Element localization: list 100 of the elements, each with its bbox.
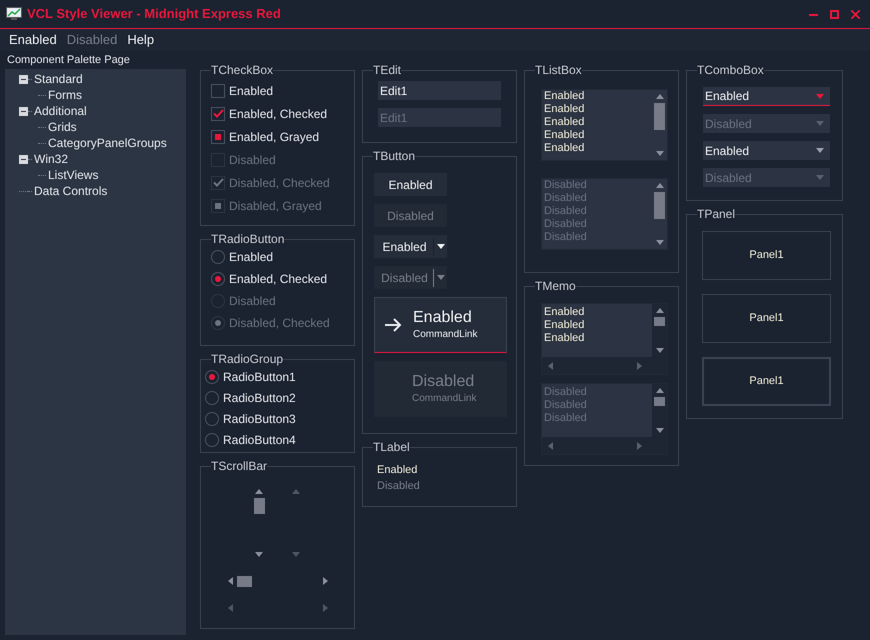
tree-item[interactable]: ListViews	[46, 166, 98, 184]
text-field[interactable]: Edit1	[378, 81, 501, 100]
list-box[interactable]: Enabled Enabled Enabled Enabled Enabled	[541, 89, 668, 161]
caret-icon	[816, 94, 824, 98]
memo-box[interactable]: Enabled Enabled Enabled	[541, 303, 668, 375]
group-title: TListBox	[535, 63, 582, 77]
checkbox-label: Enabled, Grayed	[229, 128, 320, 146]
memo-line: Disabled	[544, 412, 588, 425]
down-arrow-icon	[656, 240, 664, 245]
memo-line: Enabled	[544, 306, 586, 319]
label-text: Disabled	[377, 479, 421, 494]
collapse-toggle-icon[interactable]	[19, 106, 28, 116]
left-arrow-icon	[548, 362, 553, 370]
close-icon[interactable]	[851, 10, 860, 18]
radio-label: Enabled	[229, 249, 274, 266]
checkbox-label: Enabled, Checked	[229, 106, 328, 122]
scroll-thumb[interactable]	[254, 498, 264, 514]
radio-button[interactable]	[205, 390, 219, 404]
up-arrow-icon	[255, 489, 263, 494]
list-item[interactable]: Enabled	[544, 142, 652, 155]
check-icon	[212, 178, 224, 187]
down-arrow-icon	[656, 151, 664, 156]
group-title: TScrollBar	[211, 459, 268, 473]
collapse-toggle-icon[interactable]	[19, 154, 28, 164]
list-item[interactable]: Enabled	[544, 90, 652, 103]
tree-item[interactable]: Additional	[32, 102, 87, 120]
down-arrow-icon	[656, 348, 664, 353]
checkbox-label: Disabled, Grayed	[229, 198, 322, 214]
radio-button[interactable]	[211, 250, 225, 264]
up-arrow-icon	[292, 489, 300, 494]
push-button[interactable]: Enabled	[374, 173, 447, 196]
window-title: VCL Style Viewer - Midnight Express Red	[27, 5, 282, 24]
horizontal-scrollbar[interactable]	[226, 575, 330, 587]
combo-box[interactable]: Enabled	[703, 141, 830, 160]
label-text: Enabled	[377, 463, 418, 478]
right-arrow-icon	[323, 577, 328, 585]
up-arrow-icon	[656, 183, 664, 188]
checkbox[interactable]	[211, 130, 225, 144]
indeterminate-square	[215, 202, 221, 208]
group-title: TRadioGroup	[211, 352, 284, 366]
check-icon	[212, 109, 224, 118]
right-arrow-icon	[637, 362, 642, 370]
checkbox-label: Disabled, Checked	[229, 174, 330, 192]
split-button[interactable]: Enabled	[374, 235, 447, 258]
list-item[interactable]: Enabled	[544, 103, 652, 116]
tree-item[interactable]: Standard	[32, 70, 83, 88]
checkbox[interactable]	[211, 84, 225, 98]
group-title: TButton	[373, 149, 416, 163]
tree-item[interactable]: Win32	[32, 150, 68, 168]
radio-button[interactable]	[205, 432, 219, 446]
radio-label: Disabled, Checked	[229, 315, 330, 332]
radio-label: RadioButton1	[223, 368, 296, 386]
list-item[interactable]: Enabled	[544, 129, 652, 142]
caret-icon	[816, 121, 824, 126]
memo-line: Disabled	[544, 399, 588, 412]
list-item[interactable]: Enabled	[544, 116, 652, 129]
radio-label: RadioButton3	[223, 410, 296, 428]
radio-button[interactable]	[211, 272, 225, 286]
caret-icon	[436, 275, 444, 280]
group-title: TPanel	[697, 207, 736, 221]
command-link-button[interactable]: Enabled CommandLink	[374, 297, 507, 353]
left-arrow-icon	[228, 577, 233, 585]
tree-item[interactable]: CategoryPanelGroups	[46, 134, 167, 152]
group-title: TLabel	[373, 440, 410, 454]
maximize-icon[interactable]	[830, 10, 839, 18]
combo-box[interactable]: Enabled	[703, 87, 830, 106]
tree-item[interactable]: Forms	[46, 86, 82, 104]
checkbox-label: Disabled	[229, 152, 276, 168]
menu-item[interactable]: Enabled	[4, 30, 62, 50]
checkbox[interactable]	[211, 106, 225, 120]
right-arrow-icon	[323, 604, 328, 612]
down-arrow-icon	[292, 552, 300, 557]
panel: Panel1	[702, 231, 831, 280]
radio-label: Disabled	[229, 293, 276, 310]
radio-label: RadioButton2	[223, 390, 296, 406]
collapse-toggle-icon[interactable]	[19, 74, 28, 84]
scroll-thumb[interactable]	[654, 317, 665, 326]
app-icon	[6, 7, 22, 21]
caret-icon	[436, 244, 444, 249]
scroll-thumb[interactable]	[237, 576, 252, 586]
up-arrow-icon	[656, 308, 664, 313]
radio-button[interactable]	[205, 370, 219, 384]
left-arrow-icon	[228, 604, 233, 612]
group-title: TMemo	[535, 279, 576, 293]
tree-item[interactable]: Data Controls	[32, 182, 108, 200]
right-arrow-icon	[637, 442, 642, 450]
menu-item[interactable]: Help	[122, 30, 160, 50]
checkbox-label: Enabled	[229, 82, 274, 100]
arrow-right-icon	[384, 318, 402, 332]
radio-label: RadioButton4	[223, 432, 296, 448]
palette-label: Component Palette Page	[6, 53, 131, 68]
radio-label: Enabled, Checked	[229, 271, 328, 288]
vertical-scrollbar[interactable]	[253, 487, 265, 559]
up-arrow-icon	[656, 388, 664, 393]
memo-line: Enabled	[544, 319, 586, 332]
radio-button[interactable]	[205, 412, 219, 426]
caret-icon	[816, 175, 824, 180]
scroll-thumb[interactable]	[654, 103, 665, 130]
tree-item[interactable]: Grids	[46, 118, 77, 136]
group-title: TRadioButton	[211, 232, 284, 246]
